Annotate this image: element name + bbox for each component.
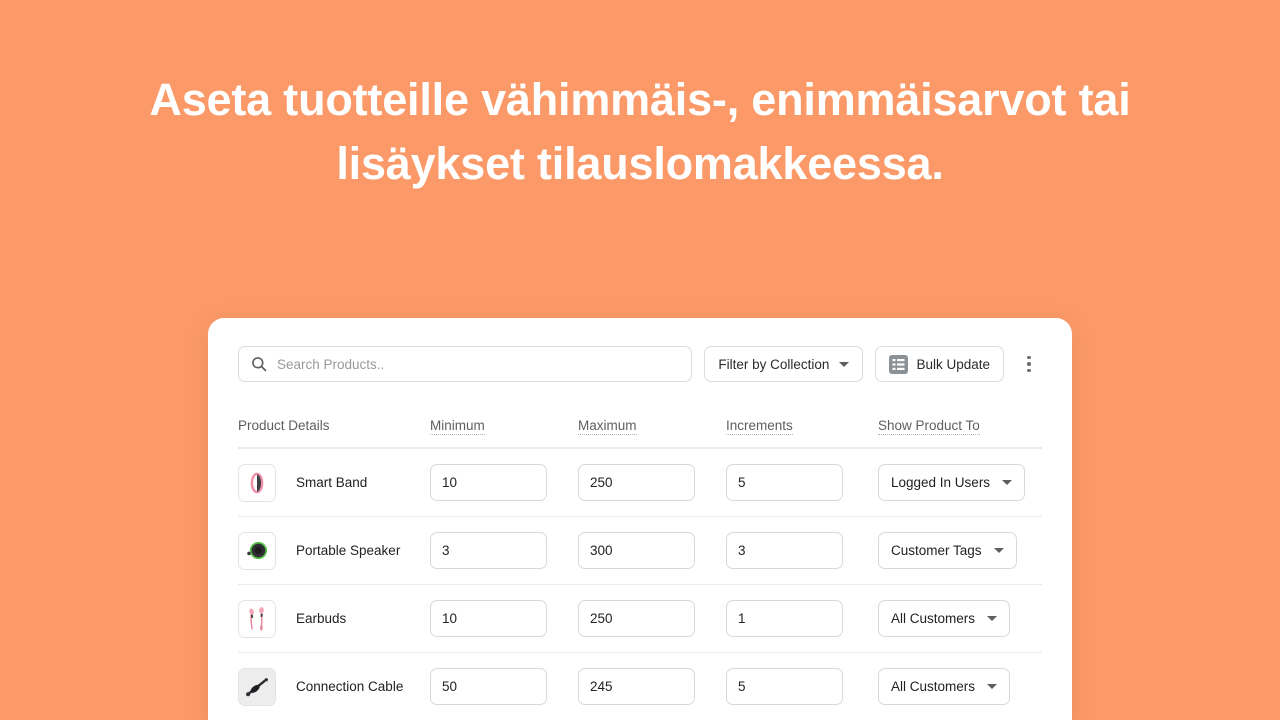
maximum-input[interactable]	[578, 600, 695, 637]
toolbar: Filter by Collection Bulk Update	[208, 318, 1072, 382]
minimum-input[interactable]	[430, 532, 547, 569]
column-header-product-details: Product Details	[238, 418, 330, 433]
product-name: Portable Speaker	[296, 543, 401, 558]
chevron-down-icon	[993, 548, 1004, 553]
kebab-dot	[1027, 355, 1031, 360]
list-icon	[889, 354, 909, 374]
column-header-show-product-to: Show Product To	[878, 417, 980, 435]
show-product-to-select[interactable]: Logged In Users	[878, 464, 1026, 501]
earbuds-thumbnail	[238, 599, 276, 638]
smart-band-thumbnail	[238, 463, 276, 502]
maximum-input[interactable]	[578, 532, 695, 569]
show-product-to-select[interactable]: All Customers	[878, 668, 1011, 705]
connection-cable-thumbnail	[238, 667, 276, 706]
column-header-minimum: Minimum	[430, 417, 485, 435]
show-product-to-value: Logged In Users	[891, 475, 991, 490]
product-rules-card: Filter by Collection Bulk Update	[208, 318, 1072, 720]
chevron-down-icon	[839, 361, 850, 367]
table-row: Portable Speaker Customer Tags	[238, 516, 1042, 584]
column-header-maximum: Maximum	[578, 417, 637, 435]
filter-by-collection-button[interactable]: Filter by Collection	[704, 346, 864, 382]
chevron-down-icon	[1002, 480, 1013, 485]
filter-by-collection-label: Filter by Collection	[718, 356, 830, 372]
table-row: Earbuds All Customers	[238, 584, 1042, 652]
minimum-input[interactable]	[430, 600, 547, 637]
show-product-to-select[interactable]: All Customers	[878, 600, 1011, 637]
kebab-dot	[1027, 362, 1031, 366]
minimum-input[interactable]	[430, 464, 547, 501]
column-header-increments: Increments	[726, 417, 793, 435]
search-input[interactable]	[277, 356, 680, 372]
bulk-update-label: Bulk Update	[916, 356, 990, 372]
show-product-to-value: All Customers	[891, 611, 976, 626]
increments-input[interactable]	[726, 600, 843, 637]
chevron-down-icon	[987, 684, 998, 689]
search-icon	[251, 356, 267, 372]
show-product-to-value: Customer Tags	[891, 543, 982, 558]
increments-input[interactable]	[726, 532, 843, 569]
maximum-input[interactable]	[578, 668, 695, 705]
table-header-row: Product Details Minimum Maximum Incremen…	[238, 404, 1042, 448]
product-name: Connection Cable	[296, 679, 404, 694]
minimum-input[interactable]	[430, 668, 547, 705]
show-product-to-value: All Customers	[891, 679, 976, 694]
products-table: Product Details Minimum Maximum Incremen…	[208, 404, 1072, 720]
portable-speaker-thumbnail	[238, 531, 276, 570]
kebab-menu-icon[interactable]	[1016, 346, 1042, 382]
kebab-dot	[1027, 368, 1031, 373]
table-row: Smart Band Logged In Users	[238, 448, 1042, 516]
show-product-to-select[interactable]: Customer Tags	[878, 532, 1017, 569]
increments-input[interactable]	[726, 668, 843, 705]
table-row: Connection Cable All Customers	[238, 652, 1042, 720]
product-name: Smart Band	[296, 475, 368, 490]
product-name: Earbuds	[296, 611, 347, 626]
search-field[interactable]	[238, 346, 693, 382]
chevron-down-icon	[987, 616, 998, 621]
maximum-input[interactable]	[578, 464, 695, 501]
page-headline: Aseta tuotteille vähimmäis-, enimmäisarv…	[149, 74, 1131, 189]
bulk-update-button[interactable]: Bulk Update	[875, 346, 1004, 382]
increments-input[interactable]	[726, 464, 843, 501]
